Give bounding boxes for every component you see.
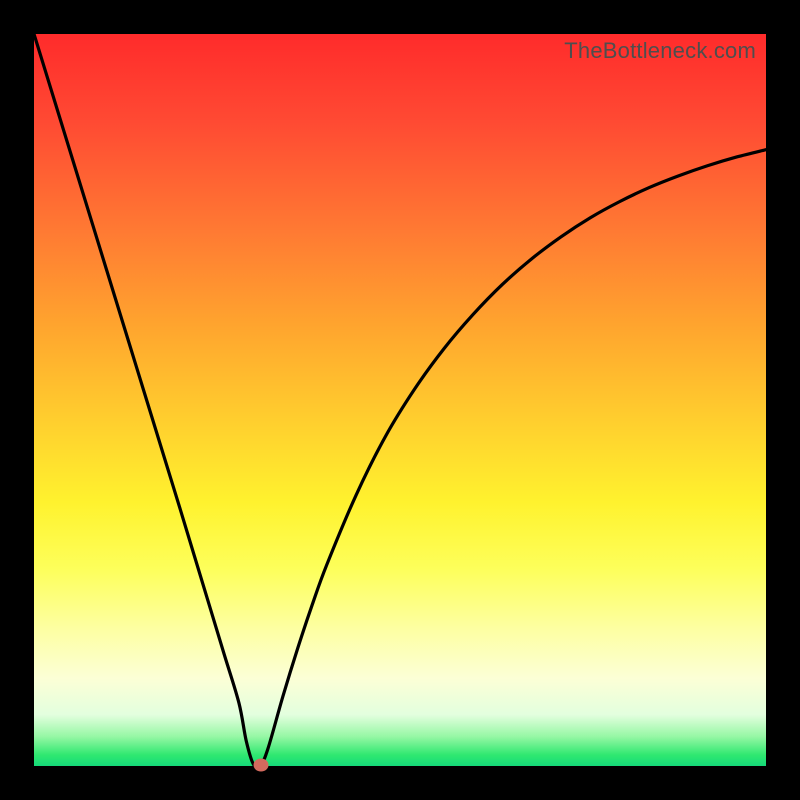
chart-frame: TheBottleneck.com bbox=[0, 0, 800, 800]
plot-area: TheBottleneck.com bbox=[34, 34, 766, 766]
bottleneck-curve bbox=[34, 34, 766, 766]
minimum-marker bbox=[253, 758, 268, 771]
